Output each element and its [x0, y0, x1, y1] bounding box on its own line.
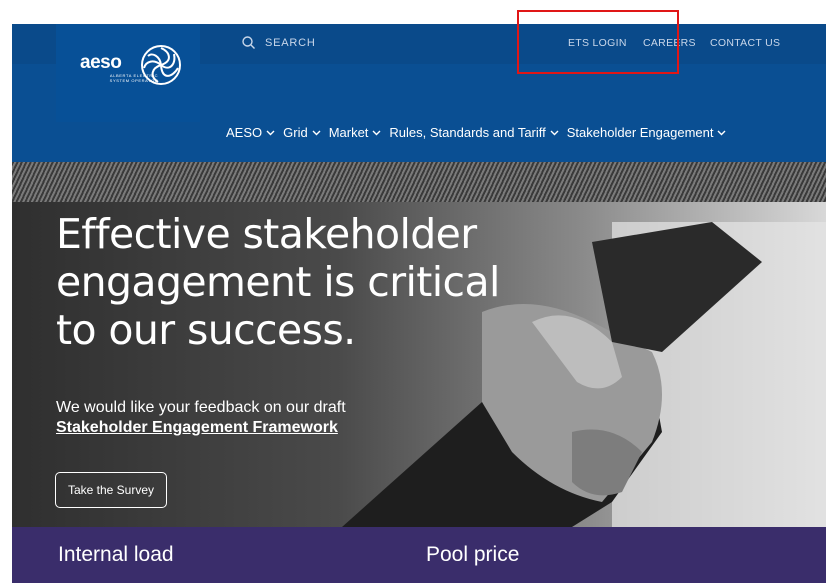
- nav-item-aeso[interactable]: AESO: [226, 125, 275, 140]
- aeso-logo[interactable]: aeso ALBERTA ELECTRIC SYSTEM OPERATOR: [56, 24, 200, 122]
- hero-body-text: We would like your feedback on our draft: [56, 399, 346, 416]
- search-label: SEARCH: [265, 36, 316, 49]
- hero-headline: Effective stakeholder engagement is crit…: [56, 210, 576, 354]
- hatch-divider: [12, 162, 826, 202]
- stakeholder-framework-link[interactable]: Stakeholder Engagement Framework: [56, 419, 338, 437]
- nav-item-label: Grid: [283, 125, 308, 140]
- logo-subtitle: ALBERTA ELECTRIC SYSTEM OPERATOR: [109, 73, 159, 83]
- chevron-down-icon: [372, 130, 381, 135]
- highlight-box: [517, 10, 679, 74]
- hero-banner: Effective stakeholder engagement is crit…: [12, 162, 826, 527]
- logo-wordmark: aeso: [80, 52, 122, 73]
- browser-viewport: aeso ALBERTA ELECTRIC SYSTEM OPERATOR SE…: [12, 24, 826, 583]
- search-icon: [242, 36, 255, 49]
- nav-item-market[interactable]: Market: [329, 125, 382, 140]
- pool-price-title: Pool price: [426, 543, 520, 566]
- chevron-down-icon: [550, 130, 559, 135]
- headline-line: engagement is critical: [56, 258, 500, 306]
- nav-item-grid[interactable]: Grid: [283, 125, 321, 140]
- nav-item-label: Rules, Standards and Tariff: [389, 125, 546, 140]
- nav-item-stakeholder-engagement[interactable]: Stakeholder Engagement: [567, 125, 727, 140]
- headline-line: Effective stakeholder: [56, 210, 477, 258]
- chevron-down-icon: [717, 130, 726, 135]
- chevron-down-icon: [266, 130, 275, 135]
- nav-item-rules[interactable]: Rules, Standards and Tariff: [389, 125, 559, 140]
- internal-load-title: Internal load: [58, 543, 174, 566]
- nav-item-label: Stakeholder Engagement: [566, 125, 714, 140]
- nav-item-label: Market: [328, 125, 369, 140]
- nav-item-label: AESO: [226, 125, 263, 140]
- main-navigation: AESO Grid Market Rules, Standards and Ta…: [226, 125, 734, 140]
- search-field[interactable]: SEARCH: [242, 36, 316, 49]
- chevron-down-icon: [312, 130, 321, 135]
- take-survey-button[interactable]: Take the Survey: [55, 472, 167, 508]
- contact-us-link[interactable]: CONTACT US: [710, 37, 780, 49]
- stats-bar: Internal load Pool price: [12, 527, 826, 583]
- headline-line: to our success.: [56, 306, 356, 354]
